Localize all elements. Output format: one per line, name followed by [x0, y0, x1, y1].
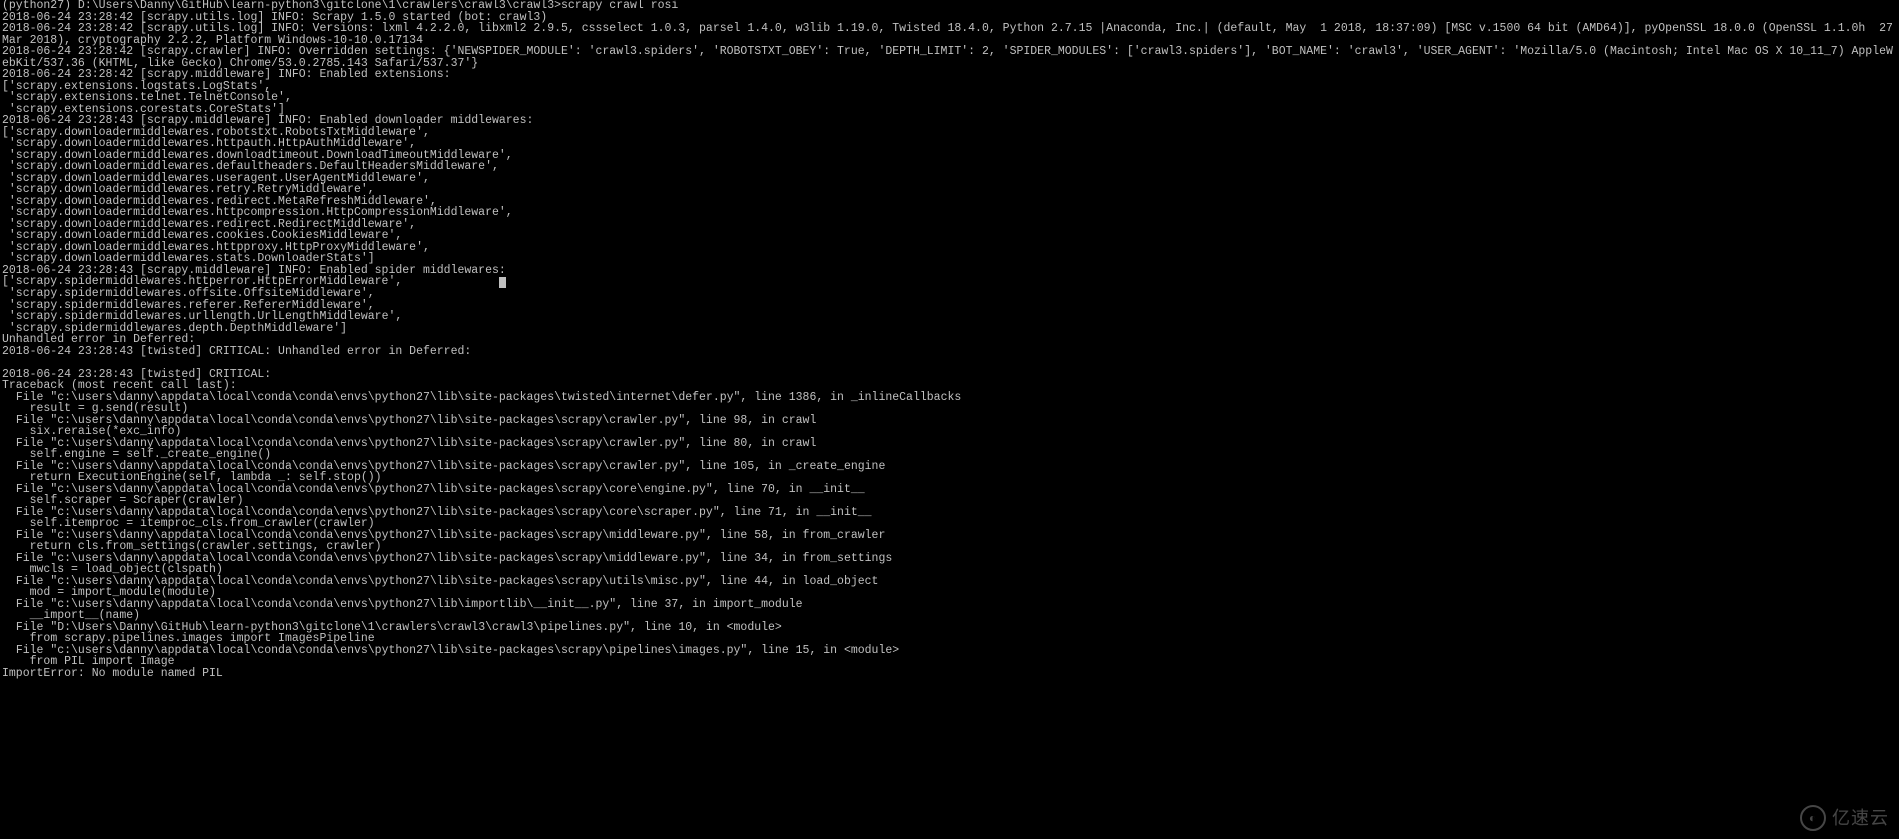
watermark: ◐ 亿速云: [1800, 805, 1889, 831]
terminal-output[interactable]: (python27) D:\Users\Danny\GitHub\learn-p…: [0, 0, 1899, 679]
text-cursor: [499, 277, 506, 288]
watermark-text: 亿速云: [1832, 809, 1889, 827]
log-lines: 2018-06-24 23:28:42 [scrapy.utils.log] I…: [2, 11, 1899, 277]
log-lines-after-cursor: 'scrapy.spidermiddlewares.offsite.Offsit…: [2, 287, 961, 680]
watermark-logo-icon: ◐: [1800, 805, 1826, 831]
